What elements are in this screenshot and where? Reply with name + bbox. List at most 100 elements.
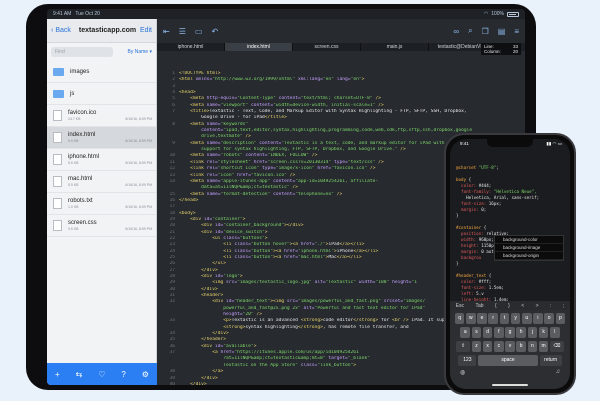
code-token: Textastic on the App Store" — [179, 362, 298, 368]
accessory-key[interactable]: Tab — [476, 303, 484, 309]
sidebar-toolbar: + ⇆ ♡ ? ⚙ — [47, 363, 157, 385]
letter-key[interactable]: v — [505, 341, 515, 352]
sidebar-toggle-icon[interactable]: ⇤ — [163, 27, 170, 36]
code-token: class= — [297, 362, 318, 368]
code-token: alt= — [311, 280, 326, 286]
letter-key[interactable]: z — [471, 341, 482, 352]
letter-key[interactable]: u — [521, 313, 532, 324]
code-token: 0; — [481, 207, 487, 212]
code-token: "icon" — [217, 172, 235, 178]
letter-key[interactable]: c — [494, 341, 504, 352]
editor-tab[interactable]: index.html — [225, 43, 293, 51]
space-key[interactable]: space — [478, 355, 538, 366]
letter-key[interactable]: r — [488, 313, 499, 324]
code-token: xml:lang= — [295, 77, 323, 83]
globe-icon[interactable]: ◍ — [460, 369, 465, 376]
menu-icon[interactable]: ≡ — [514, 27, 519, 36]
find-input[interactable]: Find — [51, 47, 113, 57]
editor-tab[interactable]: main.js — [361, 43, 429, 51]
autocomplete-item[interactable]: background-color — [495, 236, 563, 244]
chevron-down-icon: ▾ — [149, 49, 152, 55]
back-button[interactable]: ‹ Back — [51, 27, 71, 34]
numbers-key[interactable]: 123 — [458, 355, 477, 366]
shift-key[interactable]: ⇧ — [456, 341, 471, 352]
letter-key[interactable]: l — [549, 327, 560, 338]
glasses-icon[interactable]: ∞ — [453, 27, 459, 36]
code-token: iPad — [328, 242, 340, 248]
letter-key[interactable]: o — [544, 313, 554, 324]
file-item[interactable]: images — [47, 61, 156, 83]
letter-key[interactable]: e — [477, 313, 487, 324]
autocomplete-item[interactable]: background-image — [495, 244, 563, 252]
letter-key[interactable]: d — [482, 327, 493, 338]
letter-key[interactable]: p — [555, 313, 566, 324]
letter-key[interactable]: i — [533, 313, 543, 324]
file-item[interactable]: index.html 9.9 KB 6/16/16, 8:59 PM — [47, 127, 156, 149]
microphone-icon[interactable]: ♫ — [556, 369, 561, 376]
code-token: "1 — [411, 280, 417, 286]
editor-tab[interactable]: iphone.html — [157, 43, 225, 51]
transfer-icon[interactable]: ⇆ — [76, 370, 83, 379]
accessory-key[interactable]: > — [536, 303, 539, 309]
letter-key[interactable]: a — [460, 327, 471, 338]
undo-icon[interactable]: ↶ — [211, 27, 218, 36]
letter-key[interactable]: f — [494, 327, 504, 338]
folder-icon[interactable]: ▭ — [195, 27, 203, 36]
edit-button[interactable]: Edit — [140, 27, 152, 34]
code-text: </div> — [179, 382, 207, 385]
file-item[interactable]: mac.html 5.5 KB 6/16/16, 8:59 PM — [47, 171, 156, 193]
return-key[interactable]: return — [539, 355, 562, 366]
code-token: { — [483, 225, 487, 230]
letter-key[interactable]: s — [471, 327, 482, 338]
autocomplete-item[interactable]: background-origin — [495, 252, 563, 260]
code-token: left: — [456, 291, 477, 296]
accessory-key[interactable]: < — [521, 303, 524, 309]
help-icon[interactable]: ? — [121, 370, 125, 379]
accessory-key[interactable]: ; — [563, 303, 564, 309]
accessory-key[interactable]: Esc — [456, 303, 464, 309]
sort-button[interactable]: By Name ▾ — [128, 49, 152, 55]
letter-key[interactable]: b — [516, 341, 526, 352]
accessory-key[interactable]: { — [495, 303, 497, 309]
file-item[interactable]: screen.css 9.5 KB 6/16/16, 8:59 PM — [47, 215, 156, 237]
code-token: "UTF-8" — [478, 165, 497, 170]
letter-key[interactable]: x — [482, 341, 493, 352]
code-token: } — [456, 213, 459, 218]
code-token: "keywords" — [220, 121, 249, 127]
accessory-key[interactable]: : — [550, 303, 551, 309]
favorites-icon[interactable]: ♡ — [98, 370, 105, 379]
list-icon[interactable]: ☰ — [179, 27, 186, 36]
gear-icon[interactable]: ⚙ — [142, 370, 149, 379]
delete-key[interactable]: ⌫ — [549, 341, 564, 352]
chevron-left-icon: ‹ — [51, 27, 54, 34]
letter-key[interactable]: m — [538, 341, 549, 352]
duplicate-icon[interactable]: ❐ — [482, 27, 489, 36]
file-item[interactable]: iphone.html 5.5 KB 6/16/16, 8:59 PM — [47, 149, 156, 171]
letter-key[interactable]: j — [527, 327, 538, 338]
code-token: ><a — [273, 254, 285, 260]
search-icon[interactable]: ⌕ — [468, 26, 472, 36]
folder-icon — [53, 67, 64, 76]
file-item[interactable]: robots.txt 1.0 KB 6/16/16, 8:59 PM — [47, 193, 156, 215]
letter-key[interactable]: w — [466, 313, 476, 324]
letter-key[interactable]: q — [454, 313, 465, 324]
letter-key[interactable]: k — [538, 327, 549, 338]
letter-key[interactable]: y — [510, 313, 521, 324]
letter-key[interactable]: h — [516, 327, 526, 338]
letter-key[interactable]: g — [505, 327, 515, 338]
add-icon[interactable]: + — [55, 370, 60, 379]
code-token: href= — [250, 159, 268, 165]
editor-tab[interactable]: screen.css — [293, 43, 361, 51]
accessory-key[interactable]: } — [508, 303, 510, 309]
letter-key[interactable]: n — [527, 341, 538, 352]
wifi-icon: ◠ — [483, 11, 489, 17]
code-token: </a></li> — [336, 254, 362, 260]
letter-key[interactable]: t — [499, 313, 510, 324]
code-token: content= — [256, 140, 282, 146]
file-item[interactable]: favicon.ico 24.7 KB 6/16/16, 8:59 PM — [47, 105, 156, 127]
file-item[interactable]: js — [47, 83, 156, 105]
sidebar-search-row: Find By Name ▾ — [47, 43, 156, 61]
code-token: /> — [375, 159, 384, 165]
code-token: srcset= — [380, 299, 404, 305]
document-icon[interactable]: ▤ — [498, 27, 506, 36]
